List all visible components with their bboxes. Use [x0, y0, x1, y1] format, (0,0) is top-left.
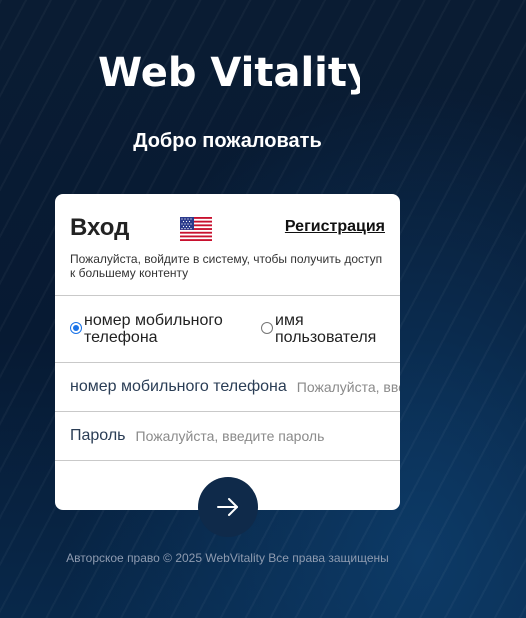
welcome-heading: Добро пожаловать [133, 130, 322, 152]
login-card: Вход Регистрация Пожалуйста, войдите в с… [55, 194, 400, 537]
radio-button-username[interactable] [261, 322, 273, 334]
us-flag-icon[interactable] [180, 217, 212, 241]
arrow-right-icon [217, 498, 238, 516]
radio-label-phone: номер мобильного телефона [84, 312, 223, 346]
web-vitality-logo: Web Vitality [96, 46, 360, 104]
divider [55, 460, 400, 461]
password-field-label: Пароль [70, 427, 126, 444]
radio-option-username[interactable]: имя пользователя [261, 310, 385, 346]
radio-label-username: имя пользователя [275, 312, 377, 346]
password-field-row: Пароль [55, 412, 400, 460]
logo-graphic: Web Vitality [98, 50, 360, 96]
radio-option-phone[interactable]: номер мобильного телефона [70, 310, 244, 346]
submit-button[interactable] [198, 477, 258, 537]
phone-input[interactable] [296, 377, 400, 397]
login-title: Вход [70, 214, 130, 241]
radio-button-phone[interactable] [70, 322, 82, 334]
copyright-text: Авторское право © 2025 WebVitality Все п… [66, 551, 389, 565]
register-link[interactable]: Регистрация [285, 218, 385, 236]
password-input[interactable] [135, 426, 336, 446]
login-subtitle: Пожалуйста, войдите в систему, чтобы пол… [70, 252, 383, 280]
phone-field-row: номер мобильного телефона [55, 363, 400, 411]
svg-text:Web Vitality: Web Vitality [98, 50, 360, 96]
phone-field-label: номер мобильного телефона [70, 378, 287, 395]
login-mode-selector: номер мобильного телефона имя пользовате… [55, 296, 400, 362]
